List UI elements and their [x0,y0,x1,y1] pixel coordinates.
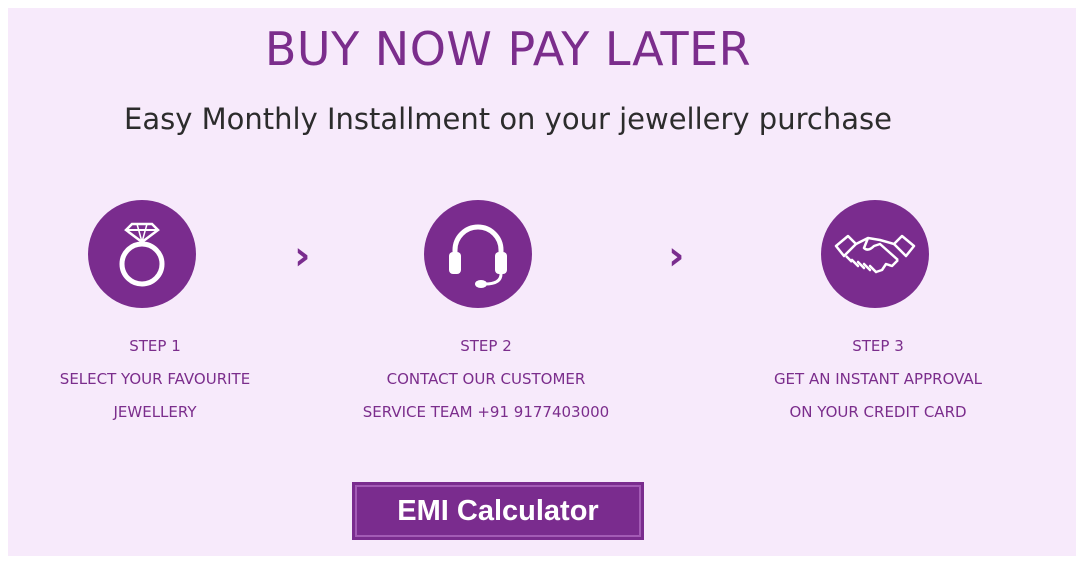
step-3-description-line-1: GET AN INSTANT APPROVAL [773,370,983,388]
page-title: BUY NOW PAY LATER [264,22,752,76]
step-2-label: STEP 2 [460,337,512,355]
step-2-text: STEP 2 CONTACT OUR CUSTOMER SERVICE TEAM… [336,330,636,429]
step-3-icon-circle [821,200,929,308]
step-2-description-line-2: SERVICE TEAM +91 9177403000 [362,403,610,421]
step-arrow-2: › [668,233,685,279]
page-subtitle: Easy Monthly Installment on your jewelle… [124,102,892,136]
step-1-icon-circle [88,200,196,308]
step-2-icon-circle [424,200,532,308]
emi-calculator-button[interactable]: EMI Calculator [352,482,644,540]
step-3-text: STEP 3 GET AN INSTANT APPROVAL ON YOUR C… [733,330,1023,429]
diamond-ring-icon [119,222,165,287]
step-2-description-line-1: CONTACT OUR CUSTOMER [386,370,586,388]
step-arrow-1: › [294,233,311,279]
step-1-text: STEP 1 SELECT YOUR FAVOURITE JEWELLERY [25,330,285,429]
headset-icon [449,224,507,288]
handshake-icon [834,234,916,274]
step-3-label: STEP 3 [852,337,904,355]
step-1-description-line-2: JEWELLERY [113,403,197,421]
step-3-description-line-2: ON YOUR CREDIT CARD [789,403,967,421]
step-1-description-line-1: SELECT YOUR FAVOURITE [59,370,251,388]
bnpl-panel: BUY NOW PAY LATER Easy Monthly Installme… [8,8,1076,556]
step-1-label: STEP 1 [129,337,181,355]
